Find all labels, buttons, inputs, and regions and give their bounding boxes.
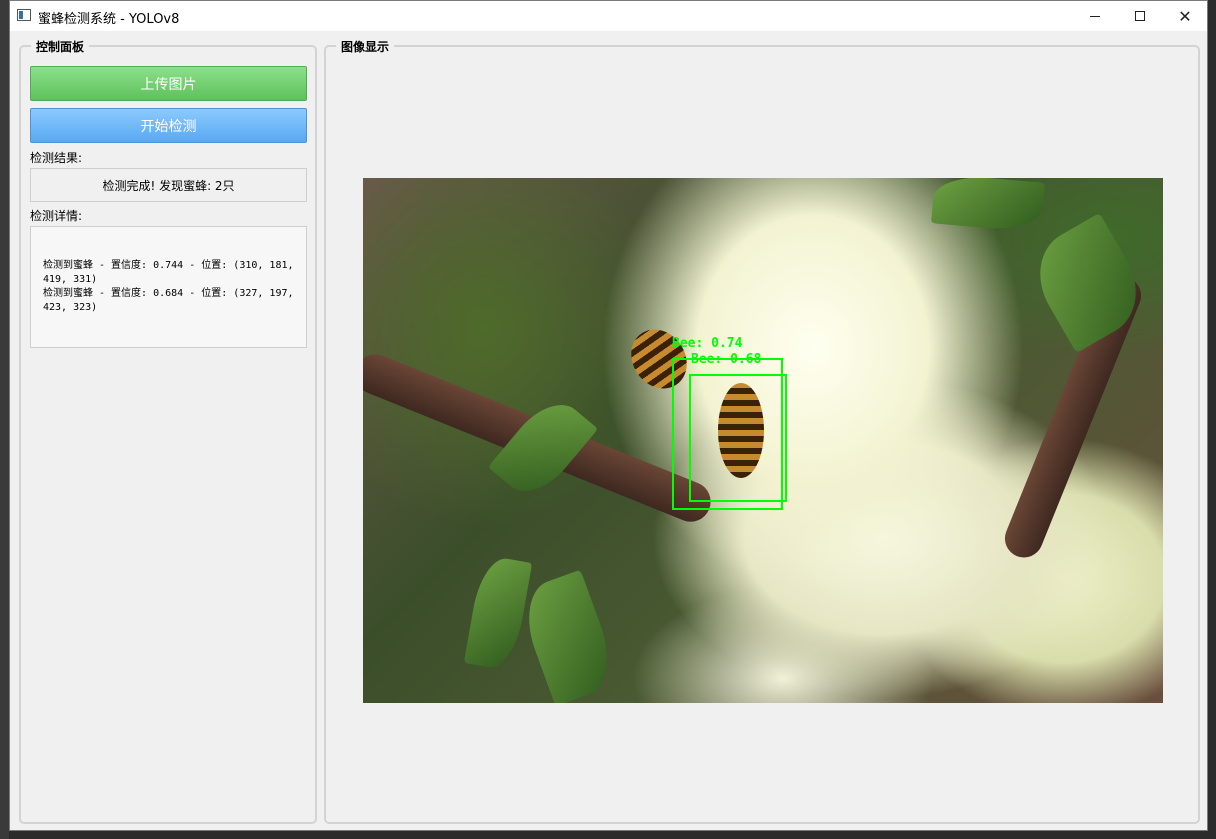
minimize-button[interactable] — [1072, 1, 1118, 31]
result-label: 检测结果: — [30, 151, 83, 165]
maximize-icon — [1135, 11, 1145, 21]
title-bar: 蜜蜂检测系统 - YOLOv8 ✕ — [10, 1, 1207, 31]
details-text-area[interactable]: 检测到蜜蜂 - 置信度: 0.744 - 位置: (310, 181, 419,… — [30, 226, 307, 348]
details-label: 检测详情: — [30, 209, 83, 223]
upload-image-button[interactable]: 上传图片 — [30, 66, 307, 101]
detection-label-1: Bee: 0.74 — [672, 336, 743, 351]
detection-box-2 — [689, 374, 787, 502]
control-panel: 控制面板 上传图片 开始检测 检测结果: 检测完成! 发现蜜蜂: 2只 检测详情… — [19, 38, 317, 824]
start-detection-button[interactable]: 开始检测 — [30, 108, 307, 143]
control-panel-title: 控制面板 — [31, 38, 90, 55]
detection-label-2: Bee: 0.68 — [691, 352, 762, 367]
image-panel: 图像显示 Bee: 0.74 Bee: 0.68 — [324, 38, 1200, 824]
app-icon — [17, 9, 31, 21]
window-title: 蜜蜂检测系统 - YOLOv8 — [38, 12, 180, 27]
close-button[interactable]: ✕ — [1162, 1, 1208, 31]
desktop-background — [0, 0, 9, 839]
detail-line-2: 检测到蜜蜂 - 置信度: 0.684 - 位置: (327, 197, 423,… — [43, 288, 300, 313]
leaf — [463, 554, 533, 672]
image-panel-title: 图像显示 — [336, 38, 395, 55]
maximize-button[interactable] — [1117, 1, 1163, 31]
detail-line-1: 检测到蜜蜂 - 置信度: 0.744 - 位置: (310, 181, 419,… — [43, 260, 300, 285]
leaf — [1021, 212, 1155, 354]
result-text: 检测完成! 发现蜜蜂: 2只 — [102, 178, 235, 193]
app-window: 蜜蜂检测系统 - YOLOv8 ✕ 控制面板 上传图片 开始检测 检测结果: 检… — [9, 0, 1208, 831]
detection-image: Bee: 0.74 Bee: 0.68 — [363, 178, 1163, 703]
result-display: 检测完成! 发现蜜蜂: 2只 — [30, 168, 307, 202]
close-icon: ✕ — [1178, 6, 1192, 26]
minimize-icon — [1090, 15, 1100, 17]
leaf — [931, 178, 1045, 233]
leaf — [514, 569, 622, 703]
